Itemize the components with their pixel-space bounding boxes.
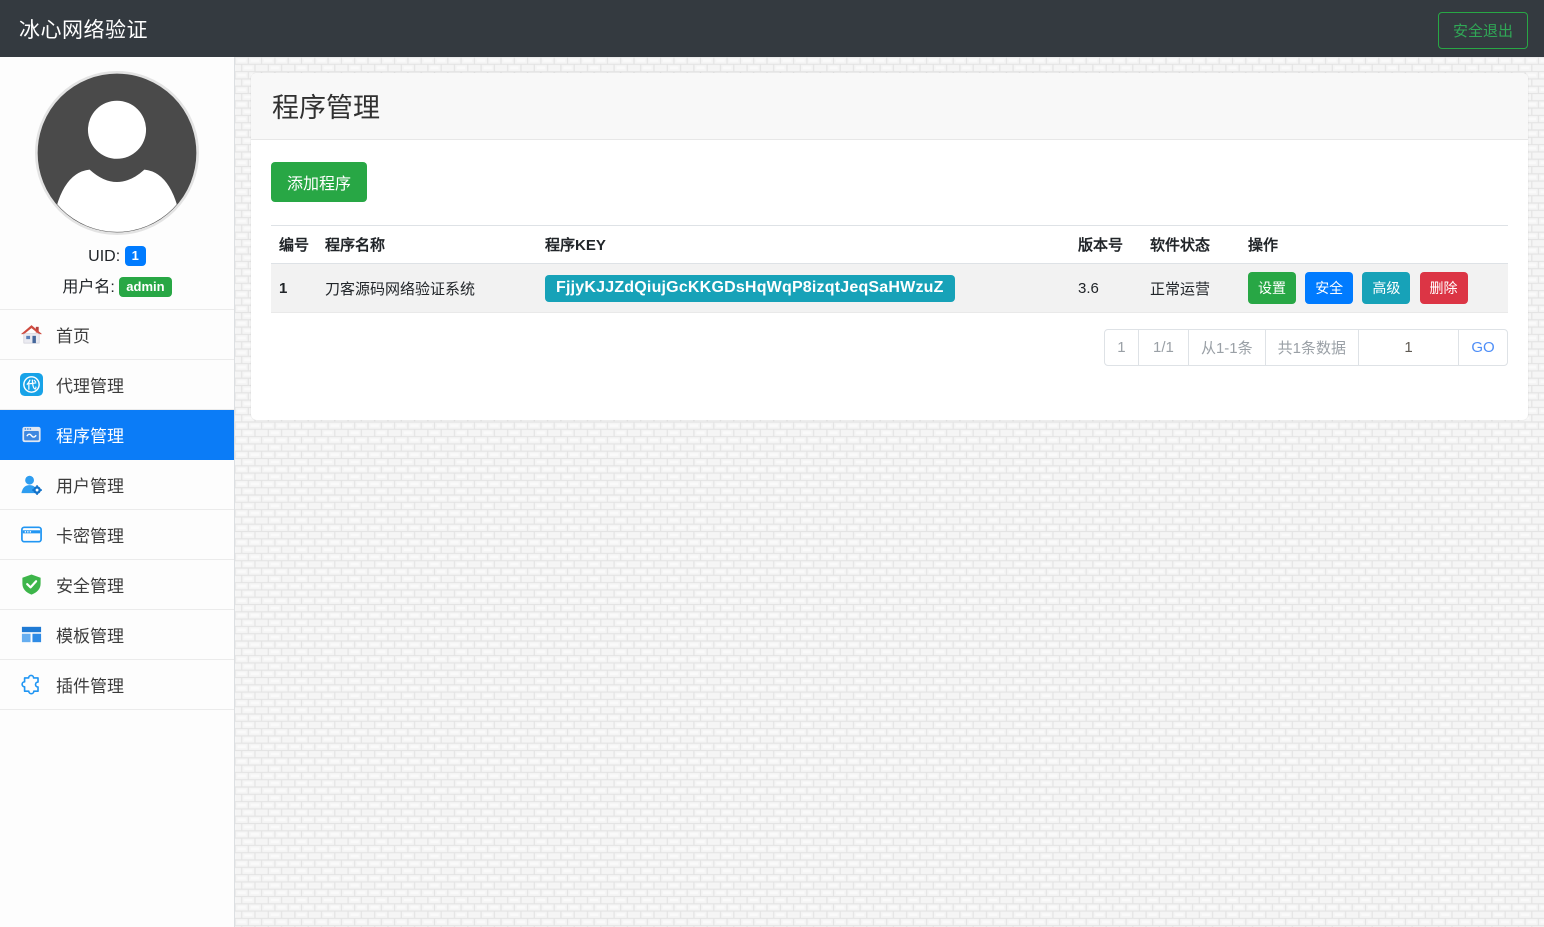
agent-icon: 代 — [20, 373, 43, 396]
card-body: 添加程序 编号 程序名称 程序KEY 版本号 软件状态 操作 — [251, 140, 1528, 420]
sidebar-item-label: 卡密管理 — [56, 522, 124, 547]
shield-icon — [20, 573, 43, 596]
cell-status: 正常运营 — [1142, 264, 1240, 313]
logout-button[interactable]: 安全退出 — [1438, 12, 1528, 49]
page-jump-input[interactable] — [1359, 331, 1458, 364]
sidebar-item-plugins[interactable]: 插件管理 — [0, 660, 234, 710]
cell-version: 3.6 — [1070, 264, 1142, 313]
avatar — [34, 70, 200, 236]
programs-table: 编号 程序名称 程序KEY 版本号 软件状态 操作 1 刀客源码 — [271, 225, 1508, 313]
uid-line: UID: 1 — [0, 246, 234, 266]
header-name: 程序名称 — [317, 226, 537, 264]
header-key: 程序KEY — [537, 226, 1070, 264]
program-management-card: 程序管理 添加程序 编号 程序名称 程序KEY 版本号 软件状态 操作 — [251, 73, 1528, 420]
cell-actions: 设置 安全 高级 删除 — [1240, 264, 1508, 313]
sidebar-item-label: 程序管理 — [56, 422, 124, 447]
sidebar-nav: 首页 代 代理管理 程序管理 — [0, 309, 234, 710]
user-icon — [20, 473, 43, 496]
add-program-button[interactable]: 添加程序 — [271, 162, 367, 202]
cell-program-name: 刀客源码网络验证系统 — [317, 264, 537, 313]
username-label: 用户名: — [62, 279, 114, 296]
cell-id: 1 — [271, 264, 317, 313]
sidebar-item-label: 首页 — [56, 322, 90, 347]
delete-button[interactable]: 删除 — [1420, 272, 1468, 304]
main-area: 程序管理 添加程序 编号 程序名称 程序KEY 版本号 软件状态 操作 — [235, 57, 1544, 927]
sidebar-item-cards[interactable]: 卡密管理 — [0, 510, 234, 560]
card-icon — [20, 523, 43, 546]
cell-program-key: FjjyKJJZdQiujGcKKGDsHqWqP8izqtJeqSaHWzuZ — [537, 264, 1070, 313]
sidebar-item-label: 安全管理 — [56, 572, 124, 597]
security-button[interactable]: 安全 — [1305, 272, 1353, 304]
template-icon — [20, 623, 43, 646]
page-title: 程序管理 — [272, 86, 1507, 125]
uid-label: UID: — [88, 248, 120, 265]
pagination-range-text: 从1-1条 — [1188, 330, 1265, 365]
app-title: 冰心网络验证 — [19, 14, 148, 44]
header-version: 版本号 — [1070, 226, 1142, 264]
sidebar-item-templates[interactable]: 模板管理 — [0, 610, 234, 660]
svg-text:代: 代 — [25, 378, 37, 391]
card-header: 程序管理 — [251, 73, 1528, 140]
settings-button[interactable]: 设置 — [1248, 272, 1296, 304]
topbar: 冰心网络验证 安全退出 — [0, 0, 1544, 57]
program-icon — [20, 423, 43, 446]
header-status: 软件状态 — [1142, 226, 1240, 264]
uid-badge: 1 — [125, 246, 146, 266]
sidebar-item-label: 插件管理 — [56, 672, 124, 697]
profile-section: UID: 1 用户名: admin — [0, 57, 234, 297]
pagination-current-page[interactable]: 1 — [1105, 330, 1138, 365]
pagination-go-button[interactable]: GO — [1458, 330, 1507, 365]
home-icon — [20, 323, 43, 346]
username-badge: admin — [119, 277, 171, 297]
sidebar-item-label: 代理管理 — [56, 372, 124, 397]
advanced-button[interactable]: 高级 — [1362, 272, 1410, 304]
sidebar-item-security[interactable]: 安全管理 — [0, 560, 234, 610]
sidebar-item-label: 模板管理 — [56, 622, 124, 647]
pagination-page-ratio: 1/1 — [1138, 330, 1188, 365]
sidebar-item-label: 用户管理 — [56, 472, 124, 497]
pagination-row: 1 1/1 从1-1条 共1条数据 GO — [271, 329, 1508, 400]
table-header-row: 编号 程序名称 程序KEY 版本号 软件状态 操作 — [271, 226, 1508, 264]
pagination: 1 1/1 从1-1条 共1条数据 GO — [1104, 329, 1508, 366]
sidebar-item-home[interactable]: 首页 — [0, 310, 234, 360]
plugin-icon — [20, 673, 43, 696]
pagination-total-text: 共1条数据 — [1265, 330, 1358, 365]
pagination-input-cell — [1358, 330, 1458, 365]
program-key-badge[interactable]: FjjyKJJZdQiujGcKKGDsHqWqP8izqtJeqSaHWzuZ — [545, 275, 955, 302]
table-row: 1 刀客源码网络验证系统 FjjyKJJZdQiujGcKKGDsHqWqP8i… — [271, 264, 1508, 313]
username-line: 用户名: admin — [0, 273, 234, 297]
sidebar: UID: 1 用户名: admin 首页 — [0, 57, 235, 927]
sidebar-item-agents[interactable]: 代 代理管理 — [0, 360, 234, 410]
header-id: 编号 — [271, 226, 317, 264]
sidebar-item-users[interactable]: 用户管理 — [0, 460, 234, 510]
sidebar-item-programs[interactable]: 程序管理 — [0, 410, 234, 460]
header-actions: 操作 — [1240, 226, 1508, 264]
